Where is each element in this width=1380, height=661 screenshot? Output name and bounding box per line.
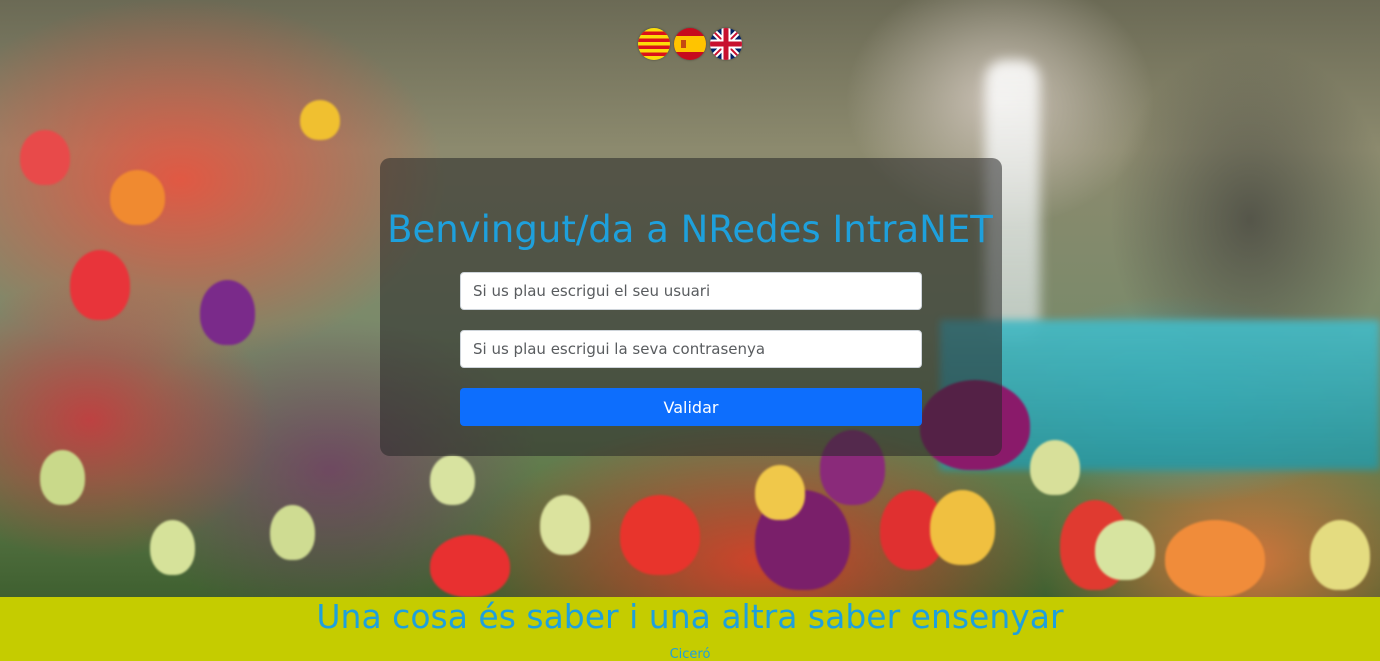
tulip-decoration bbox=[430, 455, 475, 505]
password-input[interactable] bbox=[460, 330, 922, 368]
tulip-decoration bbox=[930, 490, 995, 565]
tulip-decoration bbox=[200, 280, 255, 345]
footer-quote-author: Ciceró bbox=[669, 647, 711, 661]
tulip-decoration bbox=[1095, 520, 1155, 580]
validate-button[interactable]: Validar bbox=[460, 388, 922, 426]
footer-quote: Una cosa és saber i una altra saber ense… bbox=[316, 597, 1064, 636]
page-title: Benvingut/da a NRedes IntraNET bbox=[387, 208, 993, 251]
tulip-decoration bbox=[270, 505, 315, 560]
tulip-decoration bbox=[1310, 520, 1370, 590]
tulip-decoration bbox=[430, 535, 510, 597]
tulip-decoration bbox=[620, 495, 700, 575]
catalan-flag-icon[interactable] bbox=[638, 28, 670, 60]
tulip-decoration bbox=[150, 520, 195, 575]
username-input[interactable] bbox=[460, 272, 922, 310]
tulip-decoration bbox=[1165, 520, 1265, 597]
login-page: Benvingut/da a NRedes IntraNET Validar U… bbox=[0, 0, 1380, 661]
tulip-decoration bbox=[20, 130, 70, 185]
spanish-flag-icon[interactable] bbox=[674, 28, 706, 60]
language-selector bbox=[638, 28, 742, 60]
tulip-decoration bbox=[540, 495, 590, 555]
tulip-decoration bbox=[755, 465, 805, 520]
tulip-decoration bbox=[1030, 440, 1080, 495]
tulip-decoration bbox=[40, 450, 85, 505]
uk-flag-icon[interactable] bbox=[710, 28, 742, 60]
tulip-decoration bbox=[300, 100, 340, 140]
tulip-decoration bbox=[70, 250, 130, 320]
